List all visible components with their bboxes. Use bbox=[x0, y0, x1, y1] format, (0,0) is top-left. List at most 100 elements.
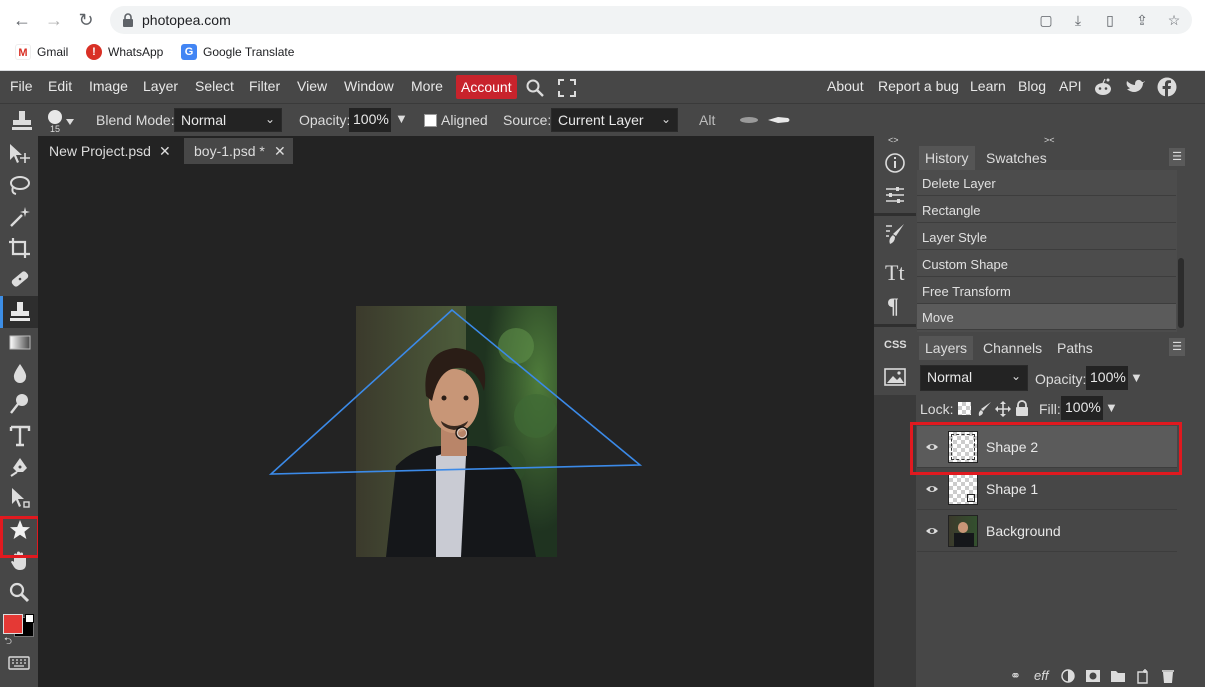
layers-menu-icon[interactable]: ☰ bbox=[1169, 338, 1185, 356]
layer-opacity-input[interactable]: 100% bbox=[1086, 366, 1128, 390]
collapse-icon[interactable]: >< bbox=[1044, 135, 1055, 145]
bookmark-gmail[interactable]: M Gmail bbox=[15, 44, 68, 60]
fill-input[interactable]: 100% bbox=[1061, 396, 1103, 420]
tab-swatches[interactable]: Swatches bbox=[980, 146, 1053, 170]
folder-icon[interactable] bbox=[1110, 669, 1126, 683]
mask-icon[interactable] bbox=[1085, 669, 1101, 683]
link-learn[interactable]: Learn bbox=[970, 78, 1006, 94]
facebook-icon[interactable] bbox=[1157, 77, 1177, 97]
zoom-tool-icon[interactable] bbox=[8, 582, 32, 604]
visibility-eye-icon[interactable] bbox=[925, 482, 939, 496]
layer-name[interactable]: Background bbox=[986, 523, 1061, 539]
type-tool-icon[interactable] bbox=[8, 425, 32, 447]
opacity-dropdown-icon[interactable]: ▼ bbox=[395, 111, 408, 126]
bookmark-star-icon[interactable]: ☆ bbox=[1166, 12, 1182, 28]
fill-dropdown-icon[interactable]: ▼ bbox=[1105, 400, 1118, 415]
menu-layer[interactable]: Layer bbox=[143, 78, 178, 94]
twitter-icon[interactable] bbox=[1126, 78, 1146, 96]
keyboard-icon[interactable] bbox=[8, 656, 30, 670]
lock-pixels-icon[interactable] bbox=[977, 401, 993, 417]
source-select[interactable]: Current Layer ⌄ bbox=[551, 108, 678, 132]
layer-row-background[interactable]: Background bbox=[917, 510, 1177, 552]
download-icon[interactable]: ⤓ bbox=[1070, 12, 1086, 28]
link-report-bug[interactable]: Report a bug bbox=[878, 78, 959, 94]
link-layers-icon[interactable]: ⚭ bbox=[1010, 668, 1021, 684]
brush-tip-icons[interactable] bbox=[738, 115, 792, 125]
lasso-tool-icon[interactable] bbox=[8, 175, 32, 197]
healing-brush-icon[interactable] bbox=[8, 268, 32, 290]
dodge-tool-icon[interactable] bbox=[8, 393, 32, 415]
paragraph-icon[interactable]: ¶ bbox=[887, 293, 899, 319]
share-icon[interactable]: ⇪ bbox=[1134, 12, 1150, 28]
menu-more[interactable]: More bbox=[411, 78, 443, 94]
swap-colors-icon[interactable]: ⮌ bbox=[4, 634, 12, 651]
lock-all-icon[interactable] bbox=[1015, 400, 1029, 416]
menu-window[interactable]: Window bbox=[344, 78, 394, 94]
menu-select[interactable]: Select bbox=[195, 78, 234, 94]
link-blog[interactable]: Blog bbox=[1018, 78, 1046, 94]
opacity-input[interactable]: 100% bbox=[349, 108, 391, 132]
address-bar[interactable]: photopea.com ▢ ⤓ ▯ ⇪ ☆ bbox=[110, 6, 1192, 34]
pen-tool-icon[interactable] bbox=[8, 456, 32, 478]
foreground-color-swatch[interactable] bbox=[3, 614, 23, 634]
character-icon[interactable]: Tt bbox=[885, 260, 905, 286]
collapse-icon[interactable]: <> bbox=[888, 135, 899, 145]
new-layer-icon[interactable] bbox=[1135, 668, 1151, 684]
history-item[interactable]: Rectangle bbox=[917, 197, 1176, 223]
bookmark-whatsapp[interactable]: ! WhatsApp bbox=[86, 44, 163, 60]
back-arrow-icon[interactable]: ← bbox=[10, 8, 34, 32]
layer-name[interactable]: Shape 1 bbox=[986, 481, 1038, 497]
account-button[interactable]: Account bbox=[456, 75, 517, 99]
trash-icon[interactable] bbox=[1160, 668, 1176, 684]
adjustments-icon[interactable] bbox=[884, 184, 906, 206]
move-tool-icon[interactable] bbox=[8, 143, 32, 165]
close-icon[interactable]: ✕ bbox=[159, 143, 171, 160]
info-icon[interactable] bbox=[884, 152, 906, 174]
aligned-checkbox[interactable] bbox=[424, 114, 437, 127]
fullscreen-icon[interactable] bbox=[558, 79, 576, 97]
lock-position-icon[interactable] bbox=[995, 401, 1011, 417]
default-colors-icon[interactable] bbox=[25, 614, 34, 623]
image-icon[interactable] bbox=[884, 368, 906, 386]
layer-opacity-dropdown-icon[interactable]: ▼ bbox=[1130, 370, 1143, 385]
gradient-tool-icon[interactable] bbox=[8, 331, 32, 353]
history-item-current[interactable]: Move bbox=[917, 304, 1176, 330]
crop-tool-icon[interactable] bbox=[8, 237, 32, 259]
reload-icon[interactable]: ↻ bbox=[74, 8, 98, 32]
tab-new-project[interactable]: New Project.psd bbox=[39, 138, 179, 164]
css-button[interactable]: CSS bbox=[884, 339, 907, 351]
link-api[interactable]: API bbox=[1059, 78, 1082, 94]
tab-paths[interactable]: Paths bbox=[1051, 336, 1099, 360]
tab-history[interactable]: History bbox=[919, 146, 975, 170]
layer-blend-mode-select[interactable]: Normal ⌄ bbox=[920, 365, 1028, 391]
page-icon[interactable]: ▯ bbox=[1102, 12, 1118, 28]
close-icon[interactable]: ✕ bbox=[274, 143, 286, 160]
blur-tool-icon[interactable] bbox=[8, 362, 32, 384]
visibility-eye-icon[interactable] bbox=[925, 524, 939, 538]
menu-image[interactable]: Image bbox=[89, 78, 128, 94]
bookmark-google-translate[interactable]: G Google Translate bbox=[181, 44, 294, 60]
blend-mode-select[interactable]: Normal ⌄ bbox=[174, 108, 282, 132]
screenshot-icon[interactable]: ▢ bbox=[1038, 12, 1054, 28]
effects-button[interactable]: eff bbox=[1034, 668, 1048, 683]
clone-stamp-icon[interactable] bbox=[8, 300, 32, 322]
menu-file[interactable]: File bbox=[10, 78, 33, 94]
menu-view[interactable]: View bbox=[297, 78, 327, 94]
tab-layers[interactable]: Layers bbox=[919, 336, 974, 360]
menu-edit[interactable]: Edit bbox=[48, 78, 72, 94]
history-item[interactable]: Delete Layer bbox=[917, 170, 1176, 196]
clone-stamp-tool-icon[interactable] bbox=[10, 109, 34, 131]
brush-settings-icon[interactable] bbox=[884, 222, 906, 246]
history-item[interactable]: Layer Style bbox=[917, 224, 1176, 250]
triangle-shape-outline[interactable] bbox=[260, 300, 650, 490]
lock-transparency-icon[interactable] bbox=[958, 402, 971, 415]
history-menu-icon[interactable]: ☰ bbox=[1169, 148, 1185, 166]
reddit-icon[interactable] bbox=[1093, 77, 1113, 97]
menu-filter[interactable]: Filter bbox=[249, 78, 280, 94]
magic-wand-icon[interactable] bbox=[8, 206, 32, 228]
path-select-icon[interactable] bbox=[8, 487, 32, 509]
tab-channels[interactable]: Channels bbox=[977, 336, 1048, 360]
adjustment-layer-icon[interactable] bbox=[1061, 669, 1075, 683]
history-item[interactable]: Free Transform bbox=[917, 278, 1176, 304]
search-icon[interactable] bbox=[525, 79, 545, 97]
